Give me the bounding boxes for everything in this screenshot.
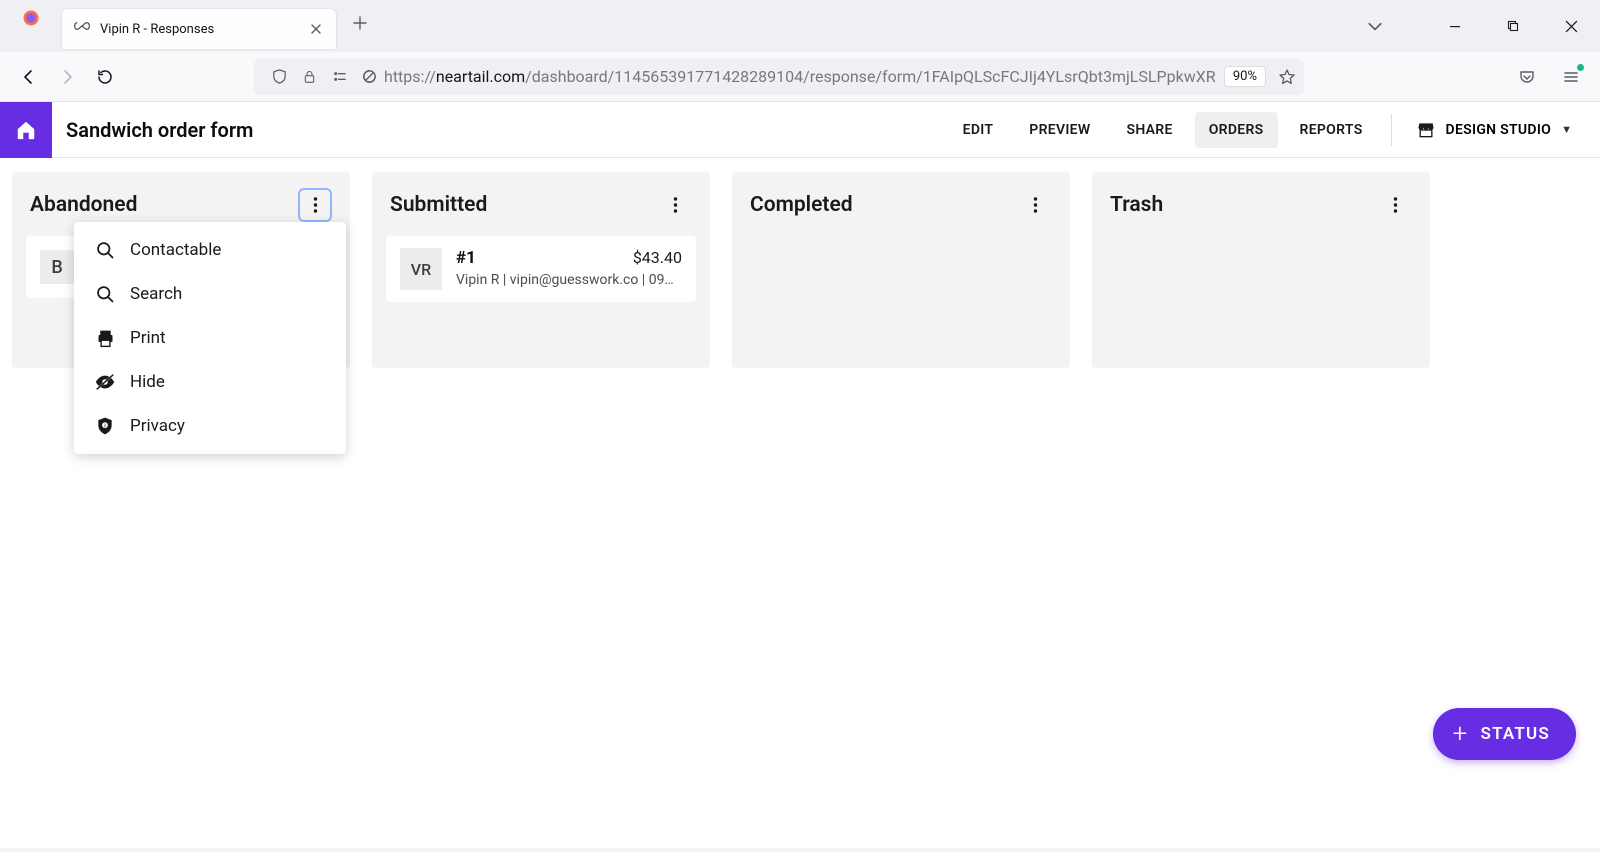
order-subtitle: Vipin R | vipin@guesswork.co | 09… — [456, 272, 682, 288]
forward-button[interactable] — [48, 60, 86, 94]
order-card[interactable]: VR #1 $43.40 Vipin R | vipin@guesswork.c… — [386, 236, 696, 302]
reload-button[interactable] — [86, 60, 124, 94]
menu-hide[interactable]: Hide — [74, 360, 346, 404]
nav-orders[interactable]: ORDERS — [1195, 112, 1278, 148]
browser-tab[interactable]: Vipin R - Responses — [62, 9, 336, 49]
menu-label: Hide — [130, 372, 165, 392]
tab-title: Vipin R - Responses — [100, 22, 308, 37]
menu-button[interactable] — [1552, 60, 1590, 94]
column-menu-button[interactable] — [658, 188, 692, 222]
lock-icon[interactable] — [300, 68, 318, 86]
column-menu-popover: Contactable Search Print Hide — [74, 222, 346, 454]
url-text: https://neartail.com/dashboard/114565391… — [384, 67, 1224, 86]
column-title: Completed — [750, 193, 853, 217]
new-tab-button[interactable] — [344, 7, 376, 39]
nav-preview[interactable]: PREVIEW — [1015, 112, 1104, 148]
menu-label: Privacy — [130, 416, 185, 436]
menu-label: Contactable — [130, 240, 221, 260]
studio-switcher[interactable]: DESIGN STUDIO ▼ — [1406, 114, 1582, 146]
zoom-level[interactable]: 90% — [1224, 66, 1266, 87]
eye-off-icon — [94, 371, 116, 393]
notification-dot-icon — [1577, 64, 1584, 71]
url-bar[interactable]: https://neartail.com/dashboard/114565391… — [254, 59, 1304, 95]
page-title: Sandwich order form — [66, 118, 253, 142]
bottom-border — [0, 848, 1600, 852]
pocket-button[interactable] — [1508, 60, 1546, 94]
column-title: Abandoned — [30, 193, 137, 217]
menu-privacy[interactable]: i Privacy — [74, 404, 346, 448]
storefront-icon — [1416, 120, 1436, 140]
column-menu-button[interactable] — [1018, 188, 1052, 222]
window-close-button[interactable] — [1542, 0, 1600, 52]
nav-reports[interactable]: REPORTS — [1286, 112, 1377, 148]
privacy-shield-icon: i — [94, 415, 116, 437]
permissions-icon[interactable] — [330, 68, 348, 86]
column-submitted: Submitted VR #1 $43.40 Vipin R | vipin@g… — [372, 172, 710, 368]
search-icon — [94, 283, 116, 305]
menu-search[interactable]: Search — [74, 272, 346, 316]
avatar: VR — [400, 248, 442, 290]
search-icon — [94, 239, 116, 261]
avatar: B — [40, 250, 74, 284]
window-controls — [1352, 0, 1600, 52]
column-abandoned: Abandoned B Contactable Search — [12, 172, 350, 368]
studio-label: DESIGN STUDIO — [1446, 122, 1552, 138]
nav-edit[interactable]: EDIT — [949, 112, 1008, 148]
plus-icon: + — [1453, 721, 1469, 747]
close-icon[interactable] — [308, 21, 324, 37]
bookmark-star-icon[interactable] — [1278, 68, 1296, 86]
fab-label: STATUS — [1481, 724, 1551, 744]
blocked-icon[interactable] — [360, 68, 378, 86]
firefox-logo-icon — [22, 9, 40, 27]
column-title: Submitted — [390, 193, 487, 217]
menu-label: Print — [130, 328, 166, 348]
app-topbar: Sandwich order form EDIT PREVIEW SHARE O… — [0, 102, 1600, 158]
browser-titlebar: Vipin R - Responses — [0, 0, 1600, 52]
maximize-button[interactable] — [1484, 0, 1542, 52]
nav-divider — [1391, 114, 1392, 146]
order-amount: $43.40 — [633, 248, 682, 267]
column-title: Trash — [1110, 193, 1163, 217]
home-button[interactable] — [0, 102, 52, 158]
app-nav: EDIT PREVIEW SHARE ORDERS REPORTS DESIGN… — [949, 112, 1600, 148]
nav-share[interactable]: SHARE — [1112, 112, 1186, 148]
column-trash: Trash — [1092, 172, 1430, 368]
print-icon — [94, 327, 116, 349]
menu-label: Search — [130, 284, 182, 304]
menu-print[interactable]: Print — [74, 316, 346, 360]
column-menu-button[interactable] — [298, 188, 332, 222]
browser-toolbar: https://neartail.com/dashboard/114565391… — [0, 52, 1600, 102]
status-fab[interactable]: + STATUS — [1433, 708, 1576, 760]
shield-icon[interactable] — [270, 68, 288, 86]
order-id: #1 — [456, 248, 476, 268]
caret-down-icon: ▼ — [1561, 123, 1572, 136]
column-completed: Completed — [732, 172, 1070, 368]
infinity-icon — [74, 21, 90, 37]
all-tabs-button[interactable] — [1352, 18, 1398, 34]
column-menu-button[interactable] — [1378, 188, 1412, 222]
minimize-button[interactable] — [1426, 0, 1484, 52]
back-button[interactable] — [10, 60, 48, 94]
kanban-board: Abandoned B Contactable Search — [0, 158, 1600, 382]
menu-contactable[interactable]: Contactable — [74, 228, 346, 272]
